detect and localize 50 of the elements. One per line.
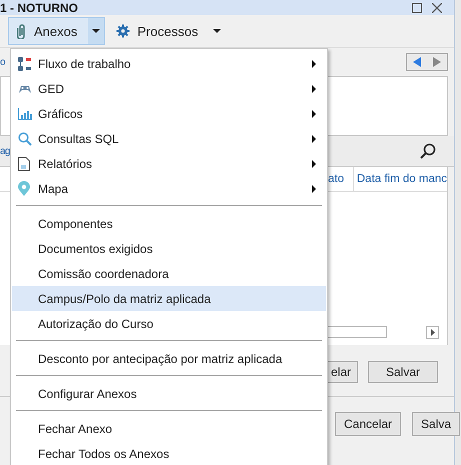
document-icon — [18, 156, 30, 170]
menu-item[interactable]: Consultas SQL — [12, 126, 326, 151]
menu-item[interactable]: Mapa — [12, 176, 326, 201]
menu-item[interactable]: Fechar Anexo — [12, 416, 326, 441]
caret-icon — [213, 29, 222, 33]
bar-chart-icon — [18, 108, 32, 120]
dialog-button[interactable]: elar — [326, 361, 358, 383]
submenu-arrow-icon — [312, 60, 316, 68]
menu-item[interactable]: Desconto por antecipação por matriz aplicada — [12, 346, 326, 371]
dialog-button[interactable]: Salva — [412, 412, 460, 436]
map-pin-icon — [18, 181, 30, 196]
menu-item[interactable]: Configurar Anexos — [12, 381, 326, 406]
menu-item[interactable]: Campus/Polo da matriz aplicada — [12, 286, 326, 311]
dialog-button[interactable]: Cancelar — [335, 412, 402, 436]
submenu-arrow-icon — [312, 134, 316, 142]
tab-label[interactable]: ag — [0, 146, 10, 156]
menu-item[interactable]: Fluxo de trabalho — [12, 51, 326, 76]
paperclip-icon — [17, 23, 27, 39]
caret-icon — [92, 29, 100, 33]
gear-icon — [116, 24, 130, 38]
split-button[interactable]: Processos — [107, 17, 226, 45]
left-arrow-icon[interactable] — [413, 57, 421, 67]
menu-item[interactable]: Documentos exigidos — [12, 236, 326, 261]
flow-icon — [18, 56, 32, 70]
field-label: o — [0, 56, 5, 68]
menu-item[interactable]: Comissão coordenadora — [12, 261, 326, 286]
submenu-arrow-icon — [312, 110, 316, 118]
menu-item[interactable]: Componentes — [12, 211, 326, 236]
search-icon[interactable] — [420, 143, 436, 159]
gamepad-icon — [18, 84, 32, 94]
close-icon[interactable] — [432, 3, 442, 13]
submenu-arrow-icon — [312, 160, 316, 168]
menu-item[interactable]: GED — [12, 76, 326, 101]
maximize-icon[interactable] — [412, 3, 422, 13]
menu-item[interactable]: Autorização do Curso — [12, 311, 326, 336]
dialog-button[interactable]: Salvar — [368, 361, 438, 383]
right-arrow-icon — [430, 328, 434, 336]
right-arrow-icon[interactable] — [433, 57, 441, 67]
menu-item[interactable]: Gráficos — [12, 101, 326, 126]
menu-item[interactable]: Relatórios — [12, 151, 326, 176]
menu-item[interactable]: Fechar Todos os Anexos — [12, 441, 326, 465]
toolbar-label: Anexos — [34, 24, 78, 38]
submenu-arrow-icon — [312, 84, 316, 92]
submenu-arrow-icon — [312, 184, 316, 192]
split-button[interactable]: Anexos — [8, 17, 106, 45]
column-header[interactable]: Data fim do manc — [354, 167, 447, 191]
window-title: 1 - NOTURNO — [0, 2, 78, 15]
search-icon — [18, 132, 32, 146]
toolbar-label: Processos — [137, 24, 198, 38]
scroll-right-button[interactable] — [426, 326, 439, 338]
